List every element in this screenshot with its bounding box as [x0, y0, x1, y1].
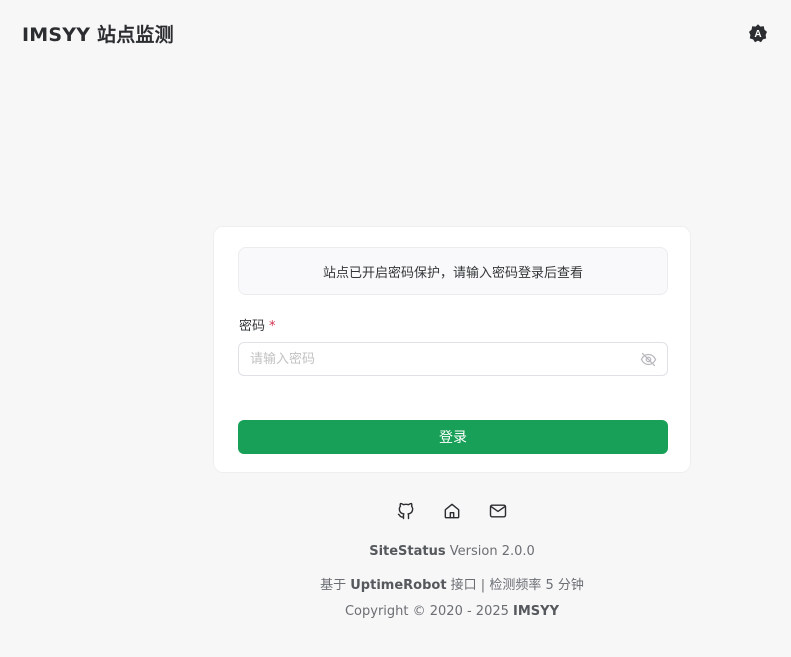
password-visibility-toggle[interactable]	[640, 351, 657, 368]
login-card: 站点已开启密码保护，请输入密码登录后查看 密码 * 登录	[213, 226, 691, 473]
password-label-text: 密码	[239, 319, 266, 334]
login-button[interactable]: 登录	[238, 420, 668, 454]
password-field	[238, 342, 668, 376]
footer-version: SiteStatus Version 2.0.0	[213, 544, 691, 559]
site-title: IMSYY 站点监测	[22, 24, 174, 46]
app-name: SiteStatus	[369, 544, 446, 559]
api-name: UptimeRobot	[350, 578, 447, 593]
mail-icon	[489, 504, 507, 518]
copyright-prefix: Copyright © 2020 - 2025	[344, 604, 514, 619]
auto-theme-icon: A	[749, 24, 767, 43]
footer-links	[395, 501, 515, 521]
password-protection-notice: 站点已开启密码保护，请输入密码登录后查看	[238, 247, 668, 295]
notice-text: 站点已开启密码保护，请输入密码登录后查看	[322, 265, 583, 281]
required-mark: *	[269, 319, 276, 334]
eye-icon	[640, 352, 657, 367]
github-link[interactable]	[396, 501, 416, 521]
header: IMSYY 站点监测 A	[0, 0, 791, 66]
svg-text:A: A	[754, 29, 761, 40]
based-suffix: 接口 | 检测频率 5 分钟	[446, 578, 584, 593]
based-prefix: 基于	[320, 578, 351, 593]
home-link[interactable]	[442, 501, 462, 521]
password-label: 密码 *	[239, 315, 276, 334]
copyright-owner: IMSYY	[513, 604, 559, 619]
home-icon	[444, 503, 460, 519]
theme-toggle-button[interactable]: A	[748, 23, 768, 43]
mail-link[interactable]	[488, 501, 508, 521]
version-text: Version 2.0.0	[445, 544, 535, 559]
footer-api-info: 基于 UptimeRobot 接口 | 检测频率 5 分钟	[213, 574, 691, 593]
footer-copyright: Copyright © 2020 - 2025 IMSYY	[213, 604, 691, 619]
password-input[interactable]	[250, 343, 630, 375]
github-icon	[397, 502, 414, 520]
